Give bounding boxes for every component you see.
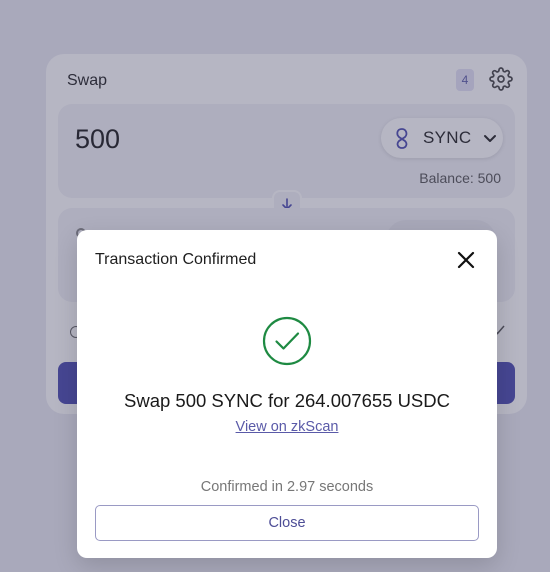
- swap-summary: Swap 500 SYNC for 264.007655 USDC: [124, 390, 450, 411]
- dialog-title: Transaction Confirmed: [95, 251, 257, 268]
- view-on-zkscan-link[interactable]: View on zkScan: [77, 419, 497, 435]
- check-circle-icon: [262, 316, 312, 366]
- close-icon[interactable]: [456, 250, 476, 270]
- transaction-confirmed-dialog: Transaction Confirmed Swap 500 SYNC for …: [77, 230, 497, 558]
- close-button[interactable]: Close: [95, 505, 479, 541]
- confirmation-time: Confirmed in 2.97 seconds: [200, 479, 374, 495]
